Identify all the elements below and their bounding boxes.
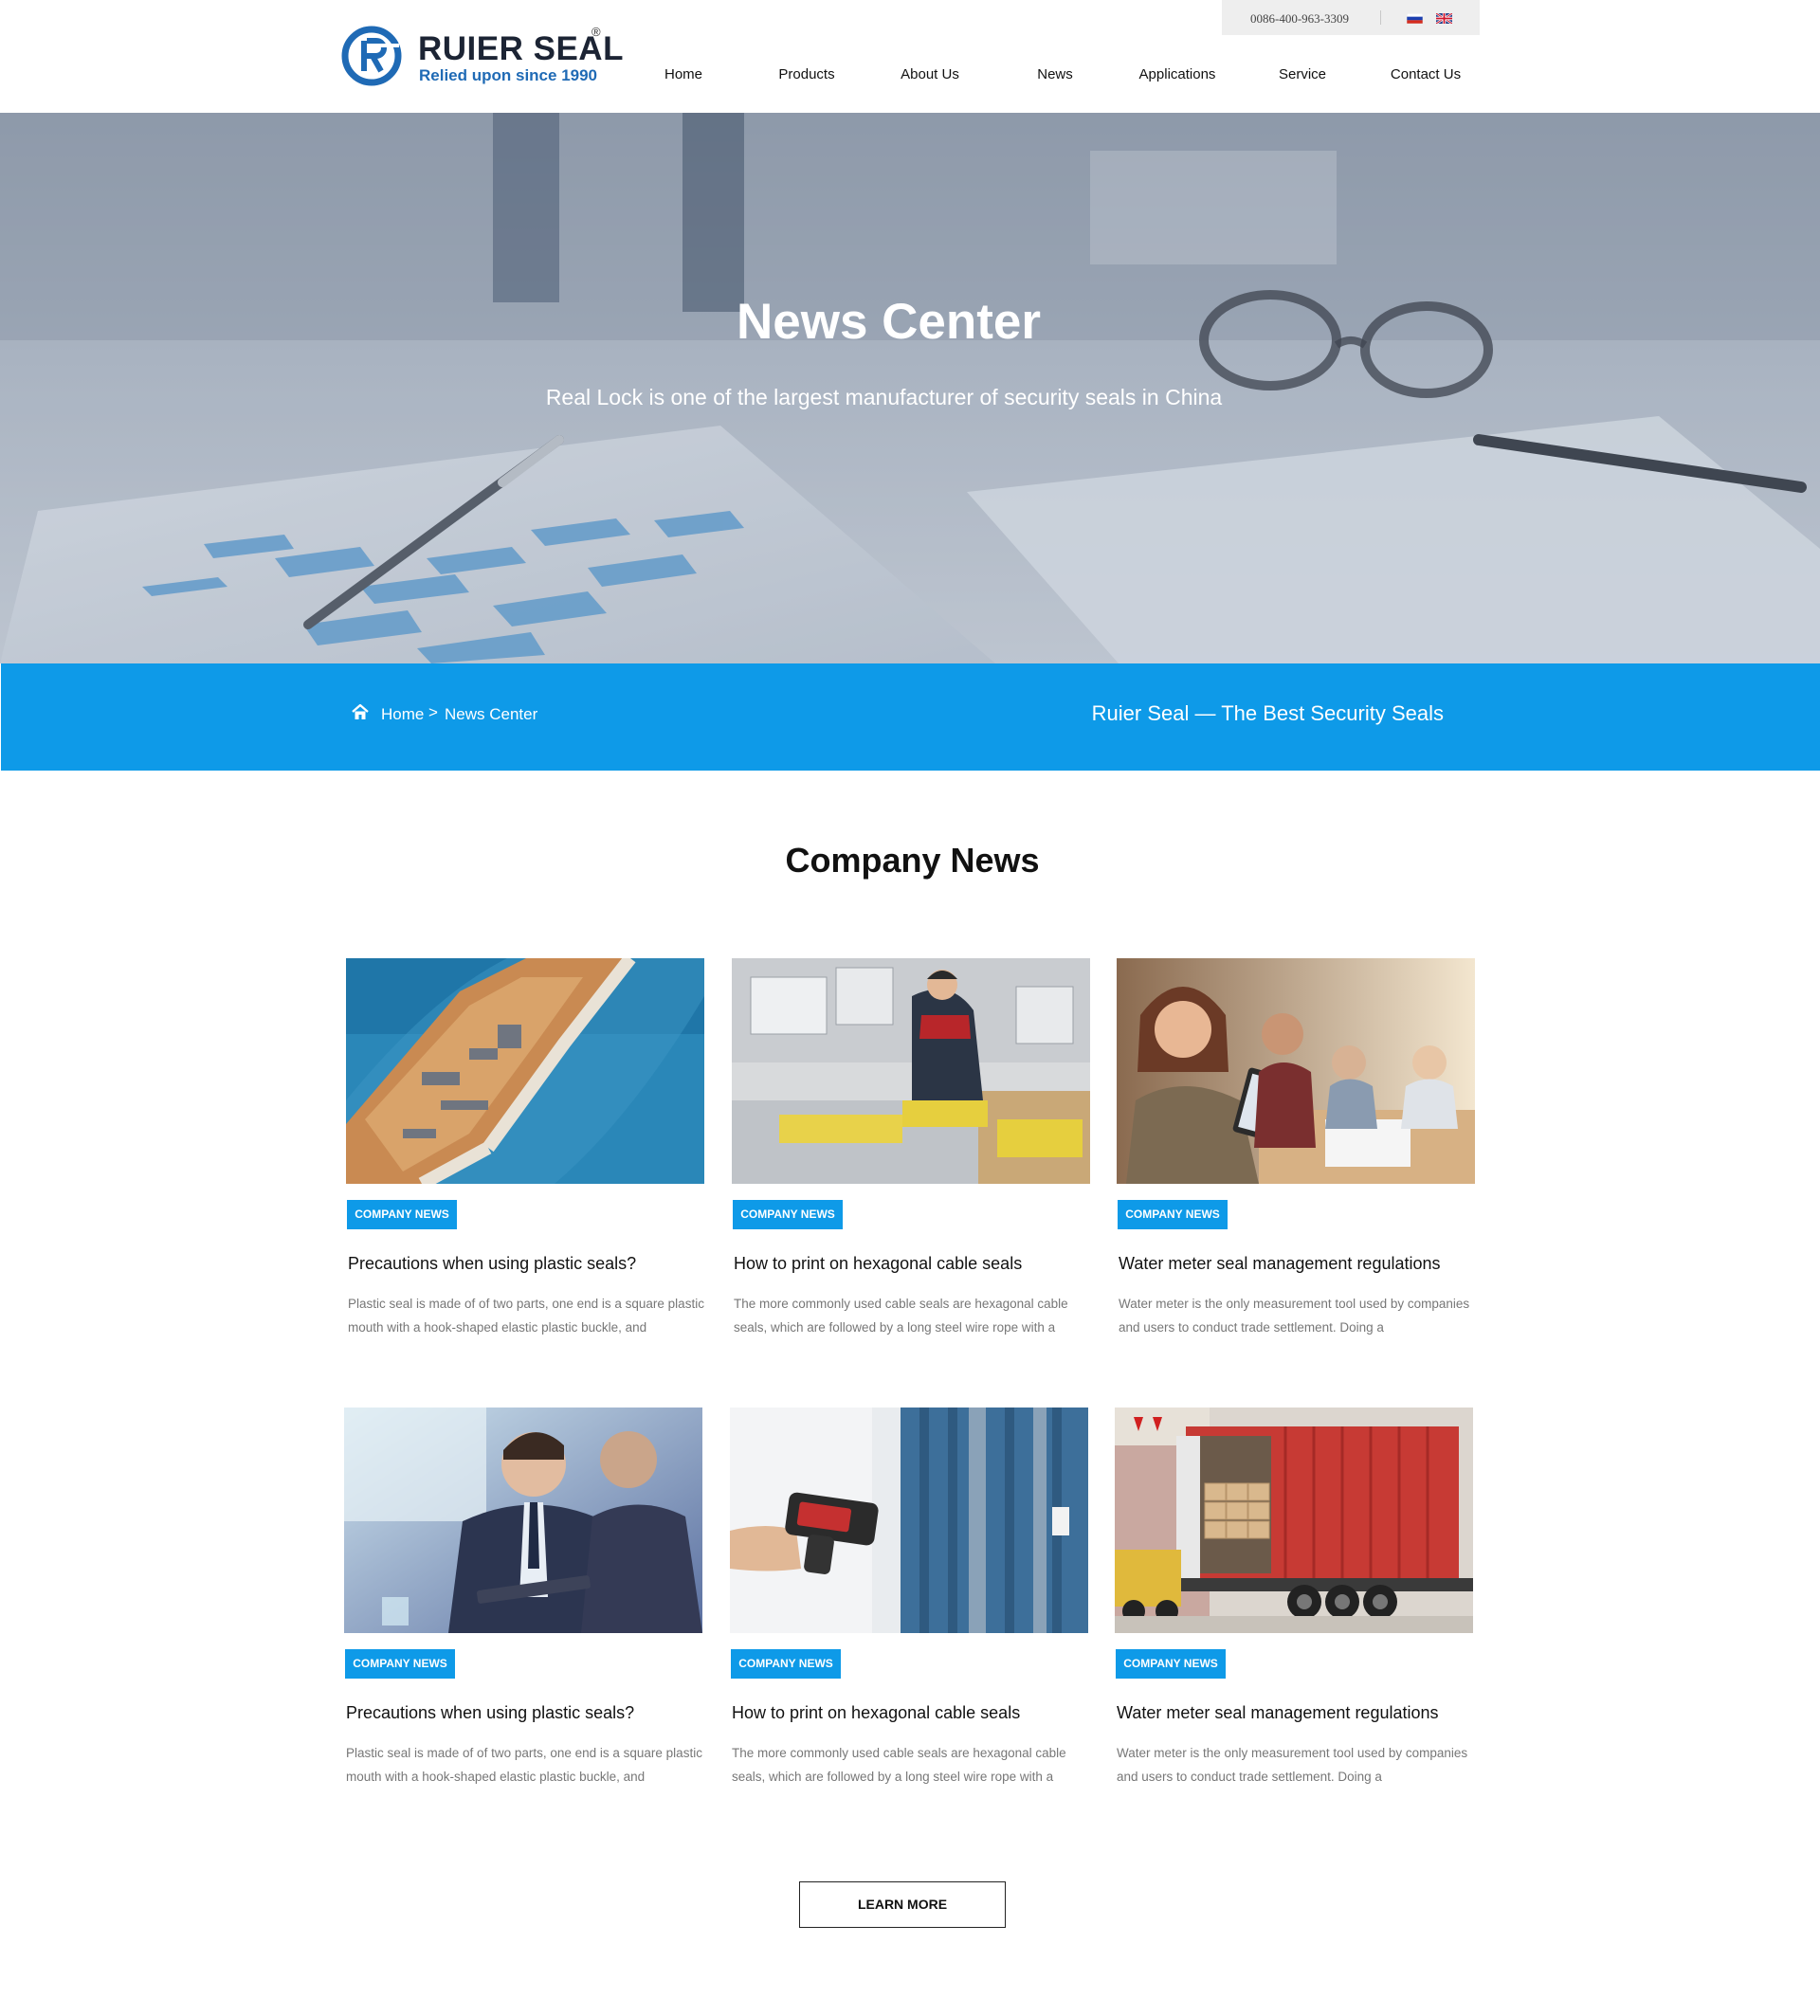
nav-service[interactable]: Service: [1279, 66, 1326, 82]
news-card-description: Plastic seal is made of of two parts, on…: [346, 1746, 702, 1784]
news-card-description: The more commonly used cable seals are h…: [734, 1297, 1068, 1335]
registered-mark: ®: [592, 25, 601, 39]
section-title: Company News: [785, 841, 1040, 880]
news-card: COMPANY NEWS Precautions when using plas…: [344, 1408, 704, 1806]
news-card-title[interactable]: Precautions when using plastic seals?: [348, 1254, 636, 1274]
breadcrumb-bar: Home > News Center Ruier Seal — The Best…: [1, 663, 1820, 771]
divider: [1380, 10, 1381, 25]
container-scanner-photo: [730, 1408, 1088, 1633]
news-card: COMPANY NEWS Water meter seal management…: [1115, 1408, 1475, 1806]
news-card: COMPANY NEWS How to print on hexagonal c…: [730, 1408, 1090, 1806]
news-card-title[interactable]: Water meter seal management regulations: [1117, 1703, 1439, 1723]
news-card-image[interactable]: [730, 1408, 1088, 1633]
nav-about-us[interactable]: About Us: [901, 66, 959, 82]
news-category-tag[interactable]: COMPANY NEWS: [345, 1649, 455, 1679]
news-card-description: The more commonly used cable seals are h…: [732, 1746, 1066, 1784]
office-meeting-photo: [1117, 958, 1475, 1184]
top-utility-bar: 0086-400-963-3309: [1222, 0, 1480, 35]
news-card-title[interactable]: Water meter seal management regulations: [1119, 1254, 1441, 1274]
news-card-title[interactable]: How to print on hexagonal cable seals: [734, 1254, 1022, 1274]
phone-number: 0086-400-963-3309: [1250, 11, 1349, 26]
cargo-truck-photo: [1115, 1408, 1473, 1633]
home-icon[interactable]: [351, 703, 370, 721]
breadcrumb-current[interactable]: News Center: [445, 705, 537, 724]
breadcrumb-home-link[interactable]: Home: [381, 705, 424, 724]
aerial-port-photo: [346, 958, 704, 1184]
english-flag-icon[interactable]: [1436, 13, 1452, 24]
nav-contact-us[interactable]: Contact Us: [1391, 66, 1461, 82]
factory-worker-photo: [732, 958, 1090, 1184]
news-card: COMPANY NEWS Water meter seal management…: [1117, 958, 1477, 1356]
news-category-tag[interactable]: COMPANY NEWS: [347, 1200, 457, 1229]
hero-banner: News Center Real Lock is one of the larg…: [0, 113, 1820, 663]
news-card-image[interactable]: [346, 958, 704, 1184]
news-card: COMPANY NEWS Precautions when using plas…: [346, 958, 706, 1356]
news-card-title[interactable]: Precautions when using plastic seals?: [346, 1703, 634, 1723]
news-card-image[interactable]: [1115, 1408, 1473, 1633]
news-category-tag[interactable]: COMPANY NEWS: [1118, 1200, 1228, 1229]
learn-more-button[interactable]: LEARN MORE: [799, 1881, 1006, 1928]
news-card: COMPANY NEWS How to print on hexagonal c…: [732, 958, 1092, 1356]
nav-applications[interactable]: Applications: [1139, 66, 1216, 82]
russian-flag-icon[interactable]: [1407, 13, 1423, 24]
nav-news[interactable]: News: [1037, 66, 1073, 82]
breadcrumb-separator: >: [428, 703, 438, 721]
businessmen-photo: [344, 1408, 702, 1633]
main-navigation: Home Products About Us News Applications…: [0, 66, 1820, 87]
banner-title: News Center: [736, 294, 1042, 350]
news-card-image[interactable]: [344, 1408, 702, 1633]
site-header: RUIER SEAL ® Relied upon since 1990 0086…: [0, 0, 1820, 113]
news-card-description: Water meter is the only measurement tool…: [1117, 1746, 1468, 1784]
nav-home[interactable]: Home: [664, 66, 702, 82]
news-category-tag[interactable]: COMPANY NEWS: [733, 1200, 843, 1229]
nav-products[interactable]: Products: [778, 66, 834, 82]
news-card-title[interactable]: How to print on hexagonal cable seals: [732, 1703, 1020, 1723]
news-card-image[interactable]: [1117, 958, 1475, 1184]
news-category-tag[interactable]: COMPANY NEWS: [1116, 1649, 1226, 1679]
news-card-description: Water meter is the only measurement tool…: [1119, 1297, 1470, 1335]
news-card-description: Plastic seal is made of of two parts, on…: [348, 1297, 704, 1335]
banner-subtitle: Real Lock is one of the largest manufact…: [545, 385, 1223, 409]
breadcrumb-slogan: Ruier Seal — The Best Security Seals: [1091, 701, 1444, 725]
news-card-image[interactable]: [732, 958, 1090, 1184]
news-category-tag[interactable]: COMPANY NEWS: [731, 1649, 841, 1679]
